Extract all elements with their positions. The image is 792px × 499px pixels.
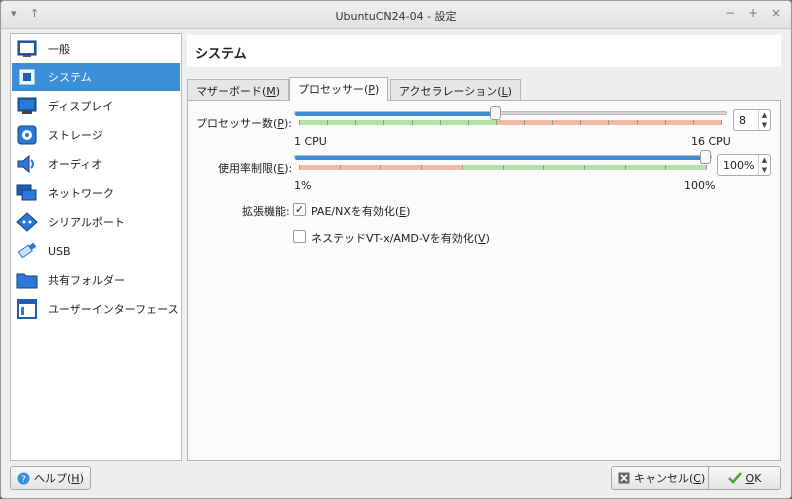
- title-bar: ▾ ↑ UbuntuCN24-04 - 設定 − + ×: [1, 1, 791, 29]
- tab-processor[interactable]: プロセッサー(P): [289, 77, 389, 101]
- slider-tick: [461, 165, 463, 170]
- slider-tick: [327, 120, 329, 125]
- slider-tick: [299, 120, 300, 125]
- slider-tick: [495, 120, 497, 125]
- sidebar-item-network[interactable]: ネットワーク: [12, 179, 180, 207]
- slider-tick: [552, 120, 554, 125]
- processor-count-spinbox[interactable]: 8 ▲ ▼: [733, 109, 771, 131]
- network-icon: [16, 183, 38, 203]
- slider-tick: [624, 165, 626, 170]
- pae-nx-label[interactable]: PAE/NXを有効化(E): [311, 203, 410, 219]
- spin-arrows-icon[interactable]: ▲ ▼: [758, 155, 770, 175]
- spin-arrows-icon[interactable]: ▲ ▼: [758, 110, 770, 130]
- tab-acceleration[interactable]: アクセラレーション(L): [390, 79, 521, 100]
- sidebar-item-system[interactable]: システム: [12, 63, 180, 91]
- processor-count-label: プロセッサー数(P):: [196, 117, 292, 130]
- system-chip-icon: [16, 67, 38, 87]
- slider-tick: [421, 165, 423, 170]
- slider-tick: [692, 120, 694, 125]
- slider-tick: [502, 165, 504, 170]
- slider-tick: [339, 165, 341, 170]
- extended-features-label: 拡張機能:: [242, 205, 290, 218]
- cancel-x-icon: [618, 472, 630, 484]
- sidebar-item-label: ストレージ: [48, 129, 103, 142]
- slider-tick: [439, 120, 441, 125]
- slider-tick: [706, 165, 707, 170]
- slider-tick: [583, 165, 585, 170]
- slider-tick: [636, 120, 638, 125]
- tab-motherboard[interactable]: マザーボード(M): [187, 79, 290, 100]
- slider-tick: [721, 120, 722, 125]
- sidebar-item-storage[interactable]: ストレージ: [12, 121, 180, 149]
- settings-sidebar: 一般 システム ディスプレイ ストレージ オーディオ ネットワーク シリアルポー…: [10, 33, 182, 461]
- slider-tick: [524, 120, 526, 125]
- page-header: システム: [187, 35, 781, 67]
- sidebar-item-label: 一般: [48, 43, 70, 56]
- slider-tick: [380, 165, 382, 170]
- sidebar-item-label: USB: [48, 244, 71, 258]
- help-button[interactable]: ? ヘルプ(H): [10, 466, 91, 490]
- processor-max-label: 16 CPU: [691, 135, 731, 148]
- slider-tick: [467, 120, 469, 125]
- sidebar-item-general[interactable]: 一般: [12, 35, 180, 63]
- sidebar-item-label: ユーザーインターフェース: [48, 303, 179, 316]
- cancel-button[interactable]: キャンセル(C): [611, 466, 713, 490]
- sidebar-item-label: シリアルポート: [48, 216, 125, 229]
- sidebar-item-shared-folders[interactable]: 共有フォルダー: [12, 266, 180, 294]
- shared-folder-icon: [16, 270, 38, 290]
- checkmark-icon: [727, 472, 742, 484]
- sidebar-item-display[interactable]: ディスプレイ: [12, 92, 180, 120]
- display-icon: [16, 96, 38, 116]
- slider-tick: [580, 120, 582, 125]
- storage-disk-icon: [16, 125, 38, 145]
- sidebar-item-label: オーディオ: [48, 158, 103, 171]
- slider-tick: [664, 120, 666, 125]
- settings-window: ▾ ↑ UbuntuCN24-04 - 設定 − + × 一般 システム ディス…: [0, 0, 792, 499]
- sidebar-item-label: ネットワーク: [48, 187, 114, 200]
- execution-cap-spinbox[interactable]: 100% ▲ ▼: [717, 154, 771, 176]
- sidebar-item-audio[interactable]: オーディオ: [12, 150, 180, 178]
- execution-cap-value: 100%: [723, 159, 755, 172]
- minimize-icon[interactable]: −: [725, 6, 735, 20]
- slider-tick: [355, 120, 357, 125]
- usb-icon: [16, 241, 38, 261]
- slider-tick: [411, 120, 413, 125]
- slider-tick: [608, 120, 610, 125]
- maximize-icon[interactable]: +: [748, 6, 758, 20]
- serial-port-icon: [16, 212, 38, 232]
- slider-tick: [665, 165, 667, 170]
- window-title: UbuntuCN24-04 - 設定: [335, 10, 457, 23]
- slider-tick: [543, 165, 545, 170]
- nested-vtx-label[interactable]: ネステッドVT-x/AMD-Vを有効化(V): [311, 230, 490, 246]
- sidebar-item-usb[interactable]: USB: [12, 237, 180, 265]
- slider-tick: [383, 120, 385, 125]
- sidebar-item-user-interface[interactable]: ユーザーインターフェース: [12, 295, 180, 323]
- slider-safe-zone: [299, 120, 496, 125]
- slider-tick: [299, 165, 300, 170]
- execution-cap-slider-thumb[interactable]: [700, 150, 711, 164]
- processor-slider-thumb[interactable]: [490, 106, 501, 120]
- execution-cap-label: 使用率制限(E):: [218, 162, 293, 175]
- user-interface-icon: [16, 299, 38, 319]
- close-icon[interactable]: ×: [771, 6, 781, 20]
- sidebar-item-label: システム: [48, 71, 92, 84]
- nested-vtx-checkbox[interactable]: [293, 230, 306, 243]
- sidebar-item-label: 共有フォルダー: [48, 274, 125, 287]
- pae-nx-checkbox[interactable]: ✓: [293, 203, 306, 216]
- execution-cap-max-label: 100%: [684, 179, 716, 192]
- ok-button[interactable]: OK: [708, 466, 781, 490]
- audio-speaker-icon: [16, 154, 38, 174]
- svg-text:?: ?: [21, 475, 26, 485]
- help-icon: ?: [17, 472, 30, 485]
- general-icon: [16, 39, 38, 59]
- sidebar-item-label: ディスプレイ: [48, 100, 114, 113]
- sidebar-item-serial-ports[interactable]: シリアルポート: [12, 208, 180, 236]
- execution-cap-min-label: 1%: [294, 179, 312, 192]
- page-title: システム: [195, 47, 247, 62]
- processor-min-label: 1 CPU: [294, 135, 327, 148]
- processor-count-value: 8: [739, 114, 746, 127]
